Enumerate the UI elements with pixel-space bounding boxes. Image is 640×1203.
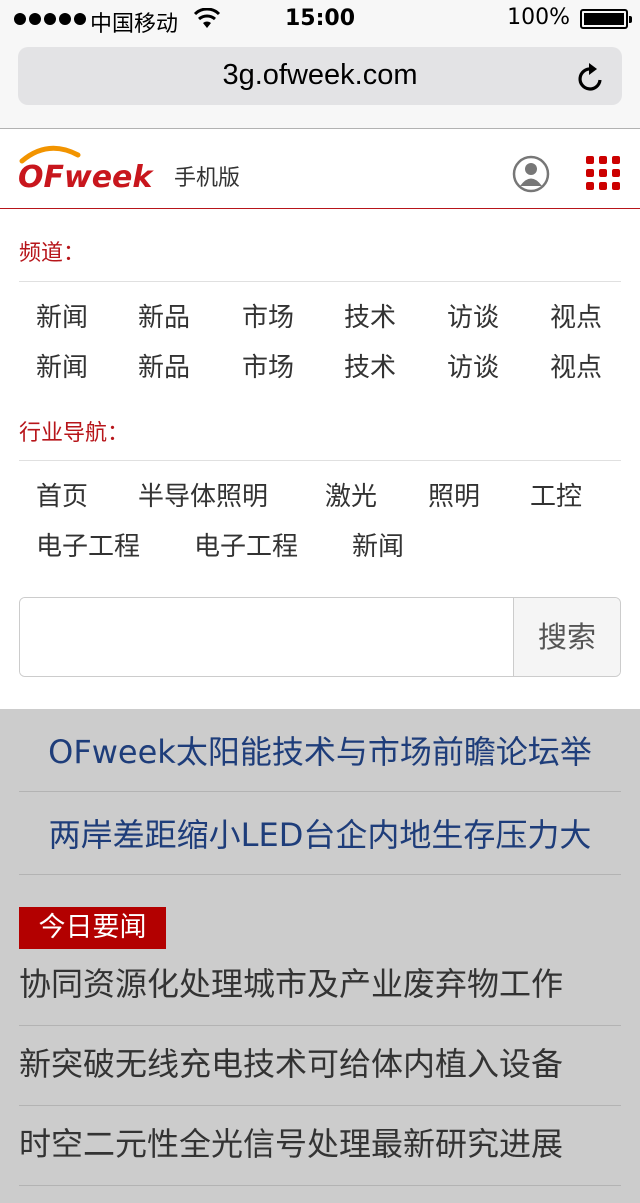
logo-subtitle: 手机版	[174, 166, 241, 191]
channel-link[interactable]: 市场	[242, 297, 344, 334]
industry-row-2: 电子工程 电子工程 新闻	[36, 526, 404, 563]
battery-icon	[580, 9, 632, 29]
channel-row-2: 新闻 新品 市场 技术 访谈 视点	[36, 347, 602, 384]
industry-link[interactable]: 电子工程	[194, 526, 352, 563]
channel-link[interactable]: 访谈	[447, 347, 550, 384]
industry-link[interactable]: 照明	[428, 476, 530, 513]
channel-link[interactable]: 视点	[550, 297, 602, 334]
industry-nav-label: 行业导航：	[19, 421, 130, 446]
search-form: 搜索	[19, 597, 621, 677]
industry-link[interactable]: 首页	[36, 476, 138, 513]
industry-link[interactable]: 半导体照明	[138, 476, 325, 513]
user-account-icon[interactable]	[512, 155, 550, 193]
site-header: OFweek 手机版	[0, 129, 640, 209]
divider	[19, 281, 621, 282]
status-bar: 中国移动 15:00 100%	[0, 0, 640, 40]
news-item[interactable]: 新突破无线充电技术可给体内植入设备	[19, 1026, 621, 1106]
headline-link[interactable]: OFweek太阳能技术与市场前瞻论坛举	[19, 712, 621, 792]
channel-link[interactable]: 技术	[344, 297, 447, 334]
reload-icon[interactable]	[576, 61, 606, 93]
svg-text:OFweek: OFweek	[18, 160, 154, 193]
today-news-badge: 今日要闻	[19, 907, 166, 949]
channel-row-1: 新闻 新品 市场 技术 访谈 视点	[36, 297, 602, 334]
headline-link[interactable]: 两岸差距缩小LED台企内地生存压力大	[19, 795, 621, 875]
divider	[19, 460, 621, 461]
channel-link[interactable]: 市场	[242, 347, 344, 384]
industry-link[interactable]: 电子工程	[36, 526, 194, 563]
channel-link[interactable]: 新闻	[36, 347, 138, 384]
channels-label: 频道：	[19, 241, 86, 266]
browser-toolbar: 3g.ofweek.com	[0, 40, 640, 129]
news-item[interactable]: 协同资源化处理城市及产业废弃物工作	[19, 946, 621, 1026]
site-menu: OFweek 手机版 频道： 新闻 新品 市场 技术 访谈 视点 新闻 新品 市…	[0, 129, 640, 709]
industry-link[interactable]: 激光	[325, 476, 428, 513]
channel-link[interactable]: 访谈	[447, 297, 550, 334]
channel-link[interactable]: 技术	[344, 347, 447, 384]
menu-grid-icon[interactable]	[586, 156, 620, 190]
channel-link[interactable]: 新品	[138, 347, 242, 384]
industry-row-1: 首页 半导体照明 激光 照明 工控	[36, 476, 582, 513]
channel-link[interactable]: 新品	[138, 297, 242, 334]
channel-link[interactable]: 新闻	[36, 297, 138, 334]
news-item[interactable]: 时空二元性全光信号处理最新研究进展	[19, 1106, 621, 1186]
battery-percentage: 100%	[507, 5, 570, 30]
channel-link[interactable]: 视点	[550, 347, 602, 384]
ofweek-logo[interactable]: OFweek	[18, 143, 166, 193]
search-button[interactable]: 搜索	[513, 598, 620, 676]
address-bar[interactable]: 3g.ofweek.com	[18, 47, 622, 105]
url-text[interactable]: 3g.ofweek.com	[18, 59, 622, 92]
industry-link[interactable]: 工控	[530, 476, 582, 513]
search-input[interactable]	[20, 598, 514, 676]
industry-link[interactable]: 新闻	[352, 526, 404, 563]
